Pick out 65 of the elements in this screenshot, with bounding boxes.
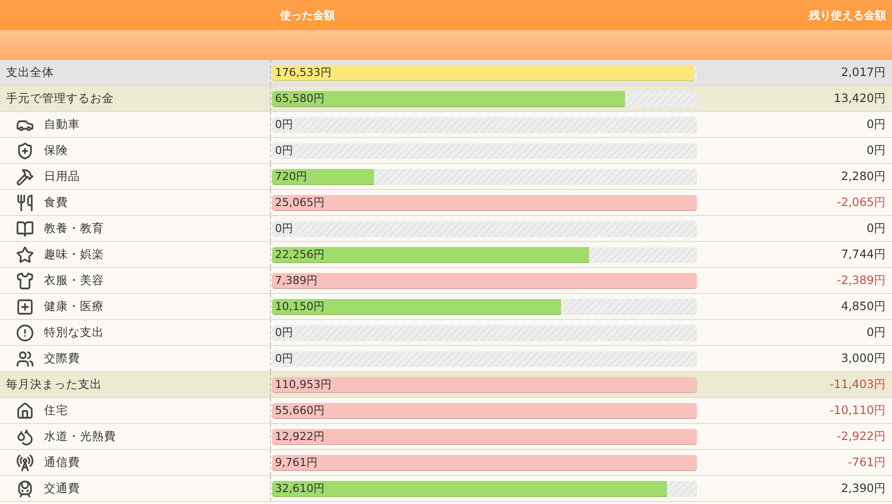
remaining-amount: 2,390円 bbox=[841, 481, 887, 496]
spent-amount: 55,660円 bbox=[274, 402, 324, 418]
category-label: 住宅 bbox=[44, 403, 68, 418]
spent-amount: 10,150円 bbox=[274, 298, 324, 314]
shirt-icon bbox=[16, 272, 34, 290]
spent-amount: 7,389円 bbox=[274, 272, 318, 288]
spent-amount: 720円 bbox=[274, 168, 307, 184]
people-icon bbox=[16, 350, 34, 368]
train-icon bbox=[16, 480, 34, 498]
remaining-amount: -11,403円 bbox=[830, 377, 887, 392]
spent-amount: 25,065円 bbox=[274, 194, 324, 210]
spent-amount: 0円 bbox=[274, 142, 293, 158]
category-label: 健康・医療 bbox=[44, 299, 104, 314]
remaining-amount: -10,110円 bbox=[830, 403, 887, 418]
category-label: 食費 bbox=[44, 195, 68, 210]
book-icon bbox=[16, 220, 34, 238]
category-label: 通信費 bbox=[44, 455, 80, 470]
remaining-amount: 2,017円 bbox=[841, 65, 887, 80]
category-label: 自動車 bbox=[44, 117, 80, 132]
category-label: 水道・光熱費 bbox=[44, 429, 116, 444]
spent-amount: 12,922円 bbox=[274, 428, 324, 444]
star-icon bbox=[16, 246, 34, 264]
spent-amount: 0円 bbox=[274, 350, 293, 366]
category-label: 趣味・娯楽 bbox=[44, 247, 104, 262]
category-label: 日用品 bbox=[44, 169, 80, 184]
remaining-amount: -2,389円 bbox=[836, 273, 887, 288]
medical-cross-icon bbox=[16, 298, 34, 316]
remaining-amount: 0円 bbox=[866, 117, 887, 132]
spent-amount: 0円 bbox=[274, 116, 293, 132]
remaining-amount: 0円 bbox=[866, 221, 887, 236]
column-header: 残り使える金額 bbox=[809, 8, 887, 22]
category-label: 特別な支出 bbox=[44, 325, 104, 340]
remaining-amount: -761円 bbox=[848, 455, 887, 470]
spent-amount: 176,533円 bbox=[274, 64, 332, 80]
remaining-amount: 0円 bbox=[866, 325, 887, 340]
spent-amount: 22,256円 bbox=[274, 246, 324, 262]
remaining-amount: 4,850円 bbox=[841, 299, 887, 314]
droplet-icon bbox=[16, 428, 34, 446]
remaining-amount: 0円 bbox=[866, 143, 887, 158]
category-label: 衣服・美容 bbox=[44, 273, 104, 288]
remaining-amount: 13,420円 bbox=[834, 91, 887, 106]
remaining-amount: -2,065円 bbox=[836, 195, 887, 210]
spent-amount: 65,580円 bbox=[274, 90, 324, 106]
spent-amount: 0円 bbox=[274, 324, 293, 340]
spent-amount: 32,610円 bbox=[274, 480, 324, 496]
antenna-icon bbox=[16, 454, 34, 472]
category-label: 保険 bbox=[44, 143, 68, 158]
category-label: 交際費 bbox=[44, 351, 80, 366]
exclamation-icon bbox=[16, 324, 34, 342]
spent-amount: 9,761円 bbox=[274, 454, 318, 470]
remaining-amount: -2,922円 bbox=[836, 429, 887, 444]
house-icon bbox=[16, 402, 34, 420]
category-label: 毎月決まった支出 bbox=[6, 377, 102, 392]
shield-icon bbox=[16, 142, 34, 160]
category-label: 手元で管理するお金 bbox=[6, 91, 114, 106]
category-label: 教養・教育 bbox=[44, 221, 104, 236]
remaining-amount: 7,744円 bbox=[841, 247, 887, 262]
column-header: 使った金額 bbox=[278, 8, 335, 22]
remaining-amount: 3,000円 bbox=[841, 351, 887, 366]
category-label: 支出全体 bbox=[6, 65, 54, 80]
remaining-amount: 2,280円 bbox=[841, 169, 887, 184]
spent-amount: 110,953円 bbox=[274, 376, 332, 392]
category-label: 交通費 bbox=[44, 481, 80, 496]
spent-amount: 0円 bbox=[274, 220, 293, 236]
hammer-icon bbox=[16, 168, 34, 186]
